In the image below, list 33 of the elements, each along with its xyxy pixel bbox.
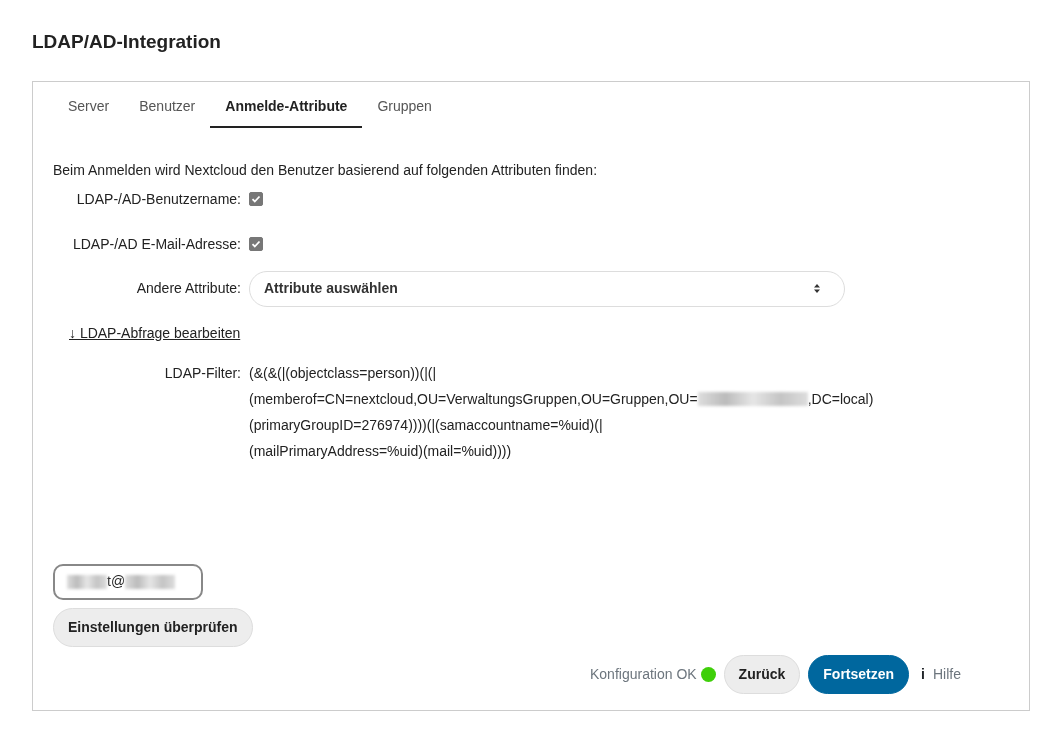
option-label: LDAP-/AD-Benutzername: bbox=[75, 189, 242, 209]
field-label: Andere Attribute: bbox=[135, 279, 242, 298]
intro-text: Beim Anmelden wird Nextcloud den Benutzer basierend auf folgenden Attributen finden: bbox=[53, 160, 599, 180]
tab[interactable]: Anmelde-Attribute bbox=[210, 85, 363, 128]
check-icon bbox=[251, 239, 261, 249]
tab[interactable]: Benutzer bbox=[124, 85, 211, 128]
nav-button[interactable]: Zurück bbox=[723, 654, 801, 694]
checkbox[interactable] bbox=[249, 237, 263, 251]
help-label: Hilfe bbox=[933, 664, 961, 684]
sort-caret-icon bbox=[814, 284, 820, 293]
filter-text: (memberof=CN=nextcloud,OU=VerwaltungsGruppen,OU=Gruppen,OU= bbox=[249, 389, 698, 409]
checkbox[interactable] bbox=[249, 192, 263, 206]
filter-text: ,DC=local) bbox=[807, 389, 874, 409]
check-icon bbox=[251, 194, 261, 204]
select-value: Attribute auswählen bbox=[264, 279, 398, 298]
status-text: Konfiguration OK bbox=[590, 664, 697, 684]
edit-query-link[interactable]: ↓ LDAP-Abfrage bearbeiten bbox=[69, 324, 241, 341]
filter-text: (&(&(|(objectclass=person))(|(| bbox=[249, 363, 437, 383]
input-value: t@ bbox=[107, 572, 126, 591]
redacted-text-block bbox=[125, 574, 176, 589]
help-glyph: i bbox=[921, 664, 925, 684]
option-label: LDAP-/AD E-Mail-Adresse: bbox=[71, 234, 242, 254]
tab[interactable]: Server bbox=[53, 85, 125, 128]
check-settings-button[interactable]: Einstellungen überprüfen bbox=[53, 607, 253, 647]
filter-label: LDAP-Filter: bbox=[163, 363, 242, 383]
login-input-field[interactable]: t@ bbox=[53, 563, 203, 600]
filter-text: (primaryGroupID=276974))))(|(samaccountname=%uid)(| bbox=[249, 415, 603, 435]
redacted-text-block bbox=[67, 574, 107, 589]
help-link[interactable]: i Hilfe bbox=[921, 663, 961, 685]
filter-text: (mailPrimaryAddress=%uid)(mail=%uid)))) bbox=[249, 441, 512, 461]
page-title: LDAP/AD-Integration bbox=[32, 30, 222, 54]
tab[interactable]: Gruppen bbox=[362, 85, 447, 128]
nav-button[interactable]: Fortsetzen bbox=[808, 654, 910, 694]
